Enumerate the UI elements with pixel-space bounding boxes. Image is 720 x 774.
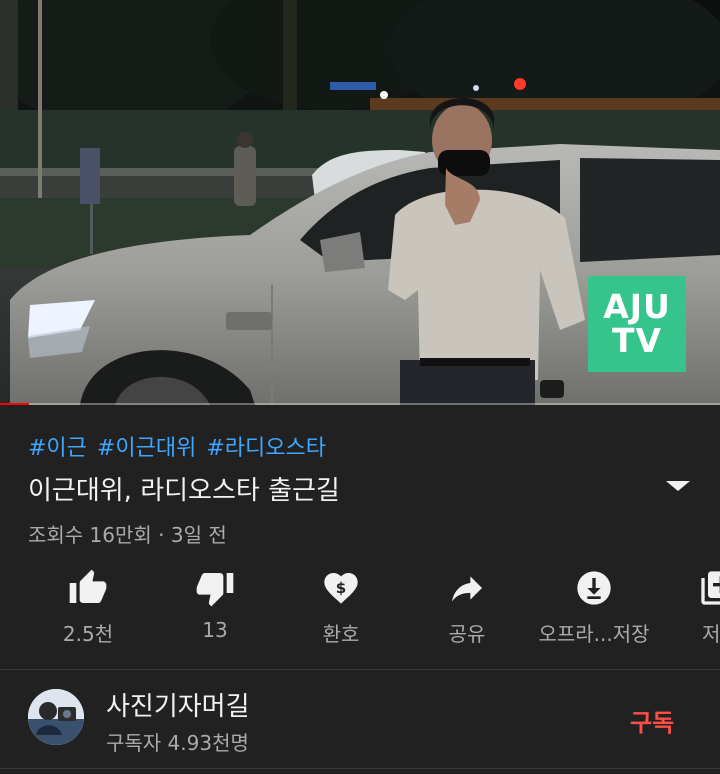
share-arrow-icon	[447, 568, 487, 608]
video-progress-fill	[0, 403, 29, 405]
video-title[interactable]: 이근대위, 라디오스타 출근길	[28, 470, 340, 507]
save-label: 저	[702, 622, 720, 646]
chevron-down-icon	[666, 481, 690, 491]
video-watch-page: AJU TV #이근 #이근대위 #라디오스타 이근대위, 라디오스타 출근길 …	[0, 0, 720, 774]
thumbs-down-icon	[195, 568, 235, 608]
subscribe-button[interactable]: 구독	[630, 703, 674, 738]
download-icon	[574, 568, 614, 608]
watermark-line2: TV	[611, 321, 663, 360]
video-progress-bar[interactable]	[0, 403, 720, 405]
svg-text:$: $	[336, 579, 346, 597]
watermark-line1: AJU	[603, 287, 671, 326]
like-button[interactable]: 2.5천	[28, 568, 148, 658]
download-label: 오프라...저장	[538, 622, 650, 646]
hashtag-link[interactable]: #라디오스타	[206, 430, 326, 462]
action-bar: 2.5천 13 $ 환호 공유 오프라...저장 저	[0, 568, 720, 658]
hashtag-list: #이근 #이근대위 #라디오스타	[28, 430, 326, 462]
thanks-label: 환호	[322, 622, 360, 646]
dislike-button[interactable]: 13	[155, 568, 275, 658]
channel-avatar[interactable]	[28, 689, 84, 745]
playlist-add-icon	[698, 568, 720, 608]
share-button[interactable]: 공유	[407, 568, 527, 658]
channel-name[interactable]: 사진기자머길	[106, 686, 250, 723]
dislike-count: 13	[202, 618, 228, 642]
like-count: 2.5천	[62, 622, 114, 646]
save-button[interactable]: 저	[660, 568, 720, 658]
thanks-button[interactable]: $ 환호	[281, 568, 401, 658]
channel-watermark: AJU TV	[588, 276, 686, 372]
video-player[interactable]: AJU TV	[0, 0, 720, 405]
heart-dollar-icon: $	[321, 568, 361, 608]
expand-description-button[interactable]	[660, 470, 696, 500]
subscriber-count: 구독자 4.93천명	[106, 731, 249, 755]
divider	[0, 768, 720, 769]
hashtag-link[interactable]: #이근대위	[97, 430, 196, 462]
divider	[0, 669, 720, 670]
hashtag-link[interactable]: #이근	[28, 430, 87, 462]
video-meta: 조회수 16만회 · 3일 전	[28, 523, 227, 547]
share-label: 공유	[448, 622, 486, 646]
thumbs-up-icon	[68, 568, 108, 608]
download-button[interactable]: 오프라...저장	[534, 568, 654, 658]
